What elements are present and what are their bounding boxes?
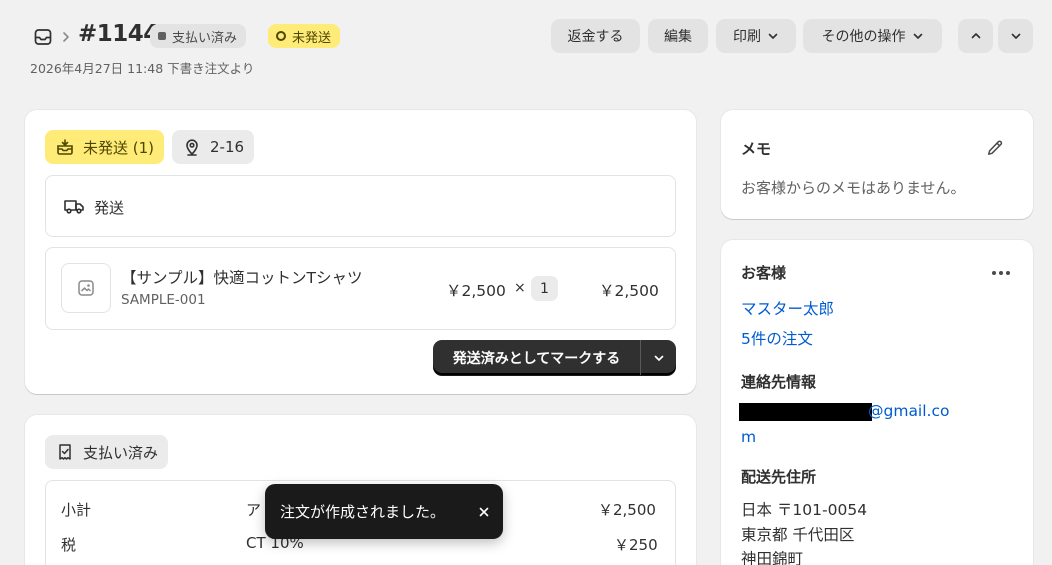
chevron-right-icon	[60, 28, 72, 46]
tax-label: 税	[61, 536, 77, 554]
tax-amount: ￥250	[614, 536, 658, 554]
product-sku: SAMPLE-001	[121, 292, 206, 308]
memo-title: メモ	[741, 140, 772, 158]
refund-button[interactable]: 返金する	[551, 19, 640, 53]
multiply-sign: ×	[514, 280, 526, 296]
memo-card	[721, 110, 1033, 219]
customer-email-link[interactable]: @gmail.co	[868, 402, 949, 420]
order-number: #1144	[78, 21, 159, 47]
customer-email-link-wrap[interactable]: m	[741, 428, 756, 446]
status-dot-icon	[158, 32, 166, 40]
truck-icon	[63, 197, 85, 215]
address-line: 東京都 千代田区	[741, 526, 855, 544]
fulfillment-status-label: 未発送	[292, 30, 332, 46]
paid-pill: 支払い済み	[45, 435, 169, 469]
image-placeholder-icon	[76, 278, 96, 298]
refund-label: 返金する	[567, 29, 624, 45]
shipping-method-label: 発送	[94, 199, 125, 217]
memo-body: お客様からのメモはありません。	[741, 179, 966, 197]
close-icon	[478, 506, 490, 518]
fulfillment-status-badge: 未発送	[268, 24, 341, 48]
mark-as-fulfilled-button[interactable]: 発送済みとしてマークする	[433, 340, 641, 375]
chevron-down-icon	[912, 30, 924, 42]
product-thumbnail[interactable]	[61, 263, 111, 313]
unfulfilled-box-icon	[55, 137, 75, 157]
chevron-down-icon	[1010, 30, 1022, 42]
status-ring-icon	[276, 31, 286, 41]
customer-orders-link[interactable]: 5件の注文	[741, 327, 813, 349]
previous-order-button[interactable]	[958, 19, 993, 53]
pencil-icon	[986, 139, 1004, 157]
contact-info-title: 連絡先情報	[741, 373, 817, 391]
chevron-down-icon	[653, 352, 665, 364]
chevron-down-icon	[767, 30, 779, 42]
customer-name-link[interactable]: マスター太郎	[741, 297, 834, 319]
paid-pill-label: 支払い済み	[83, 443, 159, 462]
product-name[interactable]: 【サンプル】快適コットンTシャツ	[121, 266, 363, 288]
payment-status-badge: 支払い済み	[150, 24, 247, 48]
unit-price: ￥2,500	[446, 282, 506, 300]
toast-message: 注文が作成されました。	[280, 503, 446, 521]
toast-notification: 注文が作成されました。	[265, 484, 503, 539]
shipping-address-title: 配送先住所	[741, 468, 817, 486]
more-actions-label: その他の操作	[821, 29, 906, 45]
unfulfilled-pill: 未発送 (1)	[45, 130, 165, 164]
line-item-box	[45, 247, 676, 330]
receipt-check-icon	[55, 442, 75, 462]
close-toast-button[interactable]	[465, 484, 503, 539]
mark-fulfilled-dropdown-button[interactable]	[641, 340, 676, 375]
subtotal-detail: ア	[246, 501, 262, 519]
more-actions-button[interactable]: その他の操作	[803, 19, 942, 53]
chevron-up-icon	[970, 30, 982, 42]
payment-status-label: 支払い済み	[172, 30, 238, 46]
address-line: 神田錦町	[741, 550, 804, 565]
address-line: 日本 〒101-0054	[741, 501, 868, 519]
order-subtitle: 2026年4月27日 11:48 下書き注文より	[30, 61, 255, 76]
redacted-email-block	[739, 403, 872, 421]
location-pin-icon	[182, 137, 202, 157]
quantity-badge: 1	[531, 276, 558, 301]
edit-button[interactable]: 編集	[648, 19, 708, 53]
customer-title: お客様	[741, 264, 787, 282]
customer-menu-button[interactable]	[990, 270, 1012, 276]
order-icon	[33, 27, 53, 47]
edit-memo-button[interactable]	[986, 139, 1004, 157]
next-order-button[interactable]	[998, 19, 1033, 53]
edit-label: 編集	[664, 29, 692, 45]
ellipsis-icon	[990, 270, 1012, 276]
location-label: 2-16	[210, 138, 245, 156]
print-label: 印刷	[733, 29, 761, 45]
subtotal-label: 小計	[61, 501, 92, 519]
mark-fulfilled-split-button: 発送済みとしてマークする	[433, 340, 676, 375]
print-button[interactable]: 印刷	[716, 19, 796, 53]
shipping-method-box	[45, 175, 676, 237]
subtotal-amount: ￥2,500	[598, 501, 656, 519]
unfulfilled-pill-label: 未発送 (1)	[83, 138, 155, 157]
line-total: ￥2,500	[599, 282, 659, 300]
location-pill[interactable]: 2-16	[172, 130, 255, 164]
